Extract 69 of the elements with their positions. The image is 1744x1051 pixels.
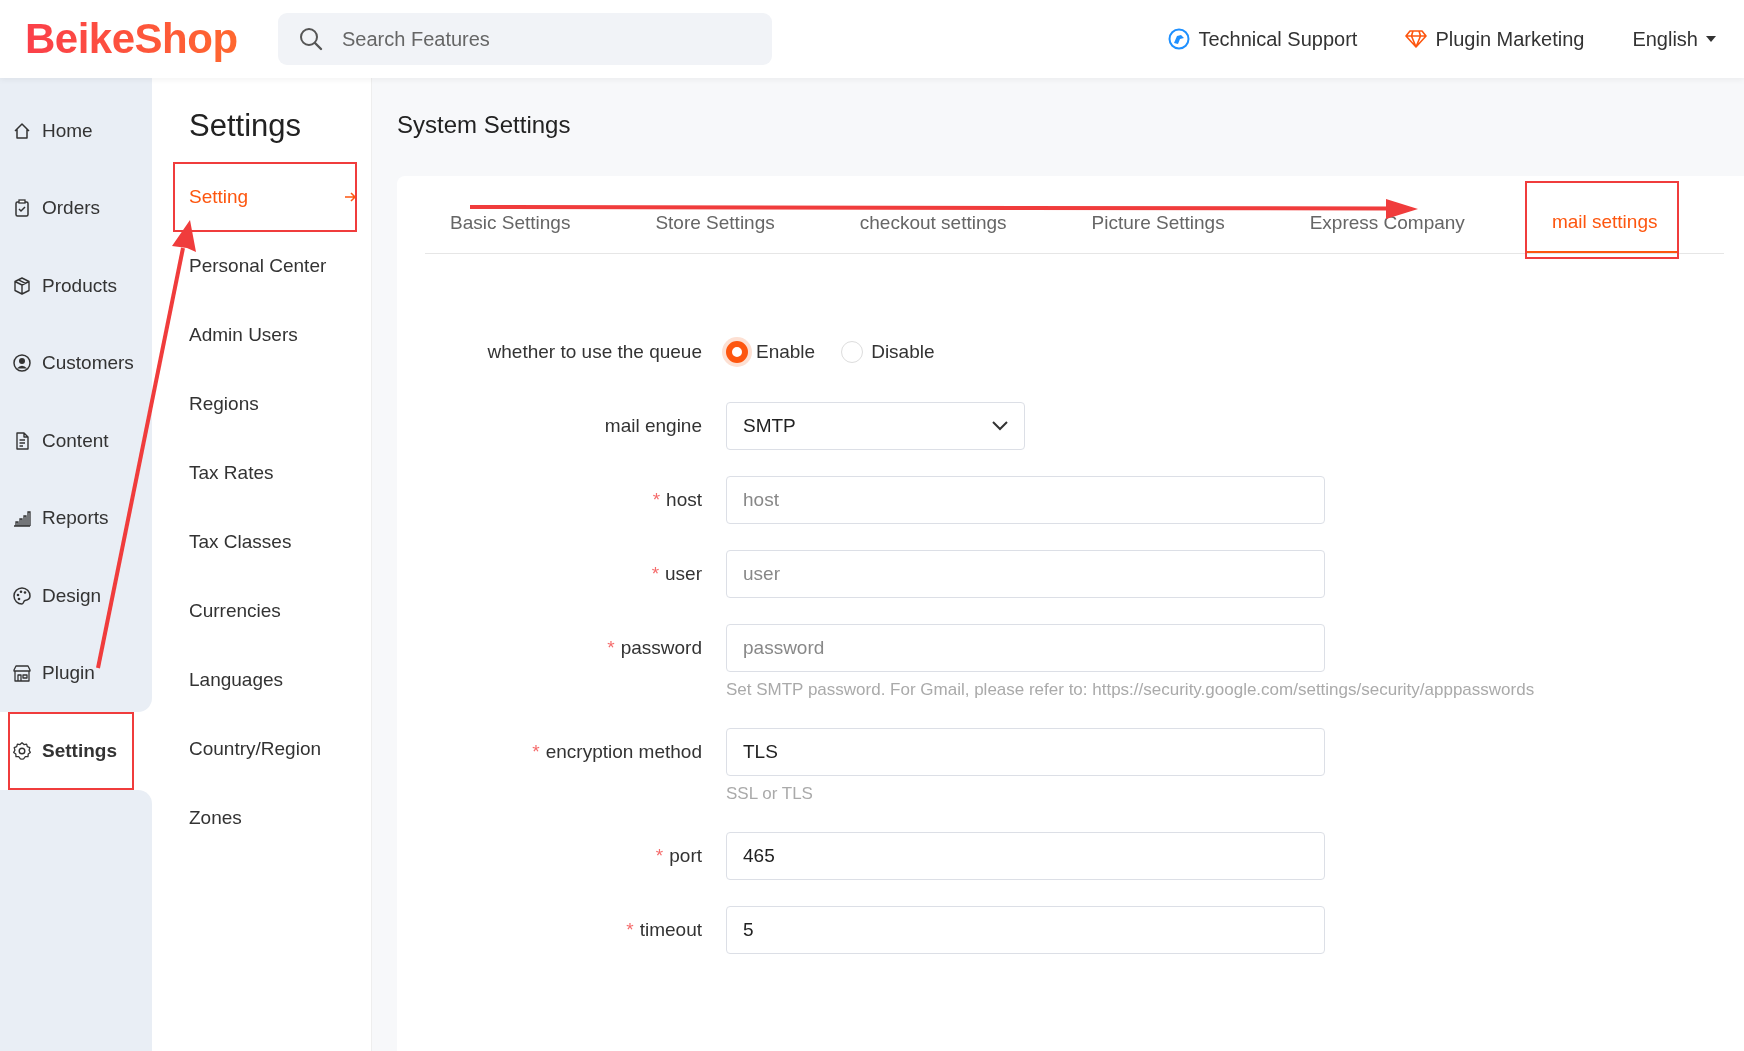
nav-item[interactable]: Content: [0, 402, 152, 480]
required-mark: *: [607, 637, 615, 659]
header-link[interactable]: Plugin Marketing: [1405, 27, 1585, 51]
submenu-item[interactable]: Tax Rates: [175, 440, 355, 506]
header-link[interactable]: Technical Support: [1168, 27, 1358, 51]
nav-item[interactable]: Customers: [0, 324, 152, 402]
submenu-item[interactable]: Zones: [175, 785, 355, 851]
field-label: host: [666, 489, 702, 511]
required-mark: *: [651, 563, 660, 585]
nav-item[interactable]: Orders: [0, 169, 152, 247]
required-mark: *: [532, 741, 540, 763]
arrow-icon: [345, 192, 357, 202]
field-label: password: [620, 637, 702, 659]
tab[interactable]: checkout settings: [834, 193, 1052, 253]
input-field[interactable]: TLS: [726, 728, 1325, 776]
search-icon: [298, 26, 324, 52]
gear-icon: [12, 740, 32, 761]
input-field[interactable]: password: [726, 624, 1325, 672]
input-field[interactable]: 465: [726, 832, 1325, 880]
help-text: SSL or TLS: [726, 784, 814, 804]
field-label: port: [669, 845, 702, 867]
required-mark: *: [626, 919, 634, 941]
input-field[interactable]: host: [726, 476, 1325, 524]
clipboard-icon: [12, 198, 32, 219]
nav-item[interactable]: Reports: [0, 479, 152, 557]
input-field[interactable]: 5: [726, 906, 1325, 954]
diamond-icon: [1405, 29, 1428, 49]
support-icon: [1168, 28, 1191, 50]
search-bar[interactable]: Search Features: [278, 13, 772, 65]
user-circle-icon: [12, 353, 32, 374]
nav-item[interactable]: Products: [0, 247, 152, 325]
chevron-down-icon: [992, 421, 1008, 431]
nav-item[interactable]: Settings: [8, 712, 134, 790]
submenu-item[interactable]: Country/Region: [175, 716, 355, 782]
field-label: mail engine: [604, 415, 702, 437]
submenu-item[interactable]: Admin Users: [175, 302, 355, 368]
required-mark: *: [652, 489, 661, 511]
submenu-item[interactable]: Currencies: [175, 578, 355, 644]
required-mark: *: [655, 845, 664, 867]
submenu-item[interactable]: Tax Classes: [175, 509, 355, 575]
box-icon: [12, 275, 32, 296]
bar-chart-icon: [12, 508, 32, 529]
input-field[interactable]: user: [726, 550, 1325, 598]
search-field[interactable]: Search Features: [340, 26, 752, 52]
help-text: Set SMTP password. For Gmail, please refer to: https://security.google.com/settings/security/apppasswords: [726, 680, 1535, 700]
field-label: whether to use the queue: [487, 341, 702, 363]
field-label: encryption method: [545, 741, 702, 763]
tab[interactable]: Picture Settings: [1066, 193, 1270, 253]
store-icon: [12, 663, 32, 684]
palette-icon: [12, 585, 32, 606]
radio-option[interactable]: Enable: [726, 341, 816, 363]
tab[interactable]: Express Company: [1284, 193, 1510, 253]
nav-item[interactable]: Home: [0, 92, 152, 170]
nav-item[interactable]: Design: [0, 557, 152, 635]
submenu-item[interactable]: Regions: [175, 371, 355, 437]
radio-option[interactable]: Disable: [841, 341, 935, 363]
submenu-title: Settings: [188, 107, 302, 145]
tab[interactable]: Store Settings: [630, 193, 820, 253]
field-label: user: [665, 563, 702, 585]
home-icon: [12, 120, 32, 141]
page-title: System Settings: [397, 110, 572, 140]
nav-item[interactable]: Plugin: [0, 634, 152, 712]
caret-icon: [1706, 36, 1716, 42]
submenu-item[interactable]: Personal Center: [175, 233, 355, 299]
tab[interactable]: Basic Settings: [425, 193, 616, 253]
select-field[interactable]: SMTP: [726, 402, 1025, 450]
language-dropdown[interactable]: English: [1632, 27, 1716, 51]
submenu-item[interactable]: Languages: [175, 647, 355, 713]
field-label: timeout: [639, 919, 702, 941]
